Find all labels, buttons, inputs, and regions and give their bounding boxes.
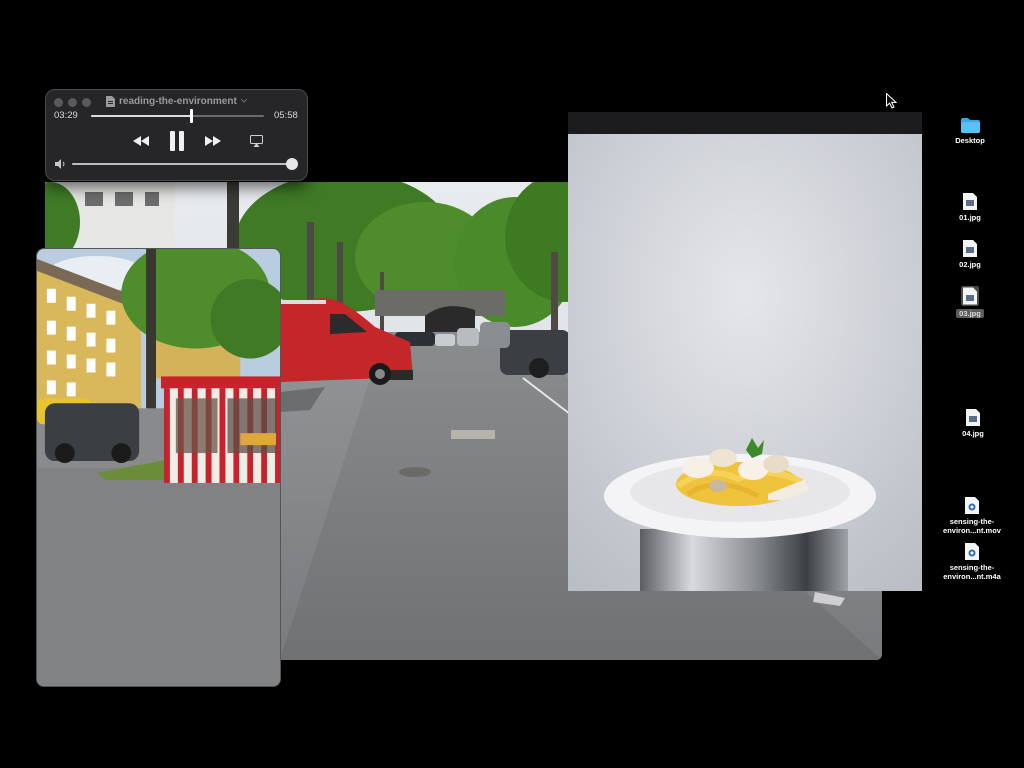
pasta-photo-window[interactable]	[568, 112, 922, 591]
chevron-down-icon[interactable]	[240, 99, 247, 103]
desktop-folder[interactable]: Desktop	[930, 118, 1010, 145]
speaker-icon	[55, 159, 65, 169]
window-titlebar[interactable]	[568, 112, 922, 134]
audio-file-icon	[965, 543, 979, 560]
image-file-icon	[966, 409, 980, 426]
player-title-bar: reading-the-environment	[106, 94, 247, 108]
desktop-file-mov[interactable]: sensing-the- environ...nt.mov	[932, 497, 1012, 535]
playback-scrubber[interactable]	[91, 115, 264, 117]
rewind-button[interactable]	[132, 134, 150, 148]
elapsed-time: 03:29	[54, 110, 78, 121]
desktop-file-m4a[interactable]: sensing-the- environ...nt.m4a	[932, 543, 1012, 581]
desktop-item-label: 03.jpg	[956, 309, 984, 318]
pause-icon	[170, 131, 184, 151]
image-file-icon	[963, 240, 977, 257]
desktop-item-label: 04.jpg	[962, 429, 984, 438]
desktop-item-label: 02.jpg	[959, 260, 981, 269]
desktop-item-label: 01.jpg	[959, 213, 981, 222]
desktop-item-label: sensing-the- environ...nt.m4a	[943, 563, 1001, 581]
desktop-file-01[interactable]: 01.jpg	[930, 193, 1010, 222]
mouse-pointer-icon	[886, 93, 897, 109]
desktop-file-02[interactable]: 02.jpg	[930, 240, 1010, 269]
rewind-icon	[133, 136, 149, 146]
document-icon	[106, 95, 115, 107]
pasta-photo	[568, 134, 922, 591]
image-file-icon	[961, 286, 979, 306]
playhead-handle[interactable]	[190, 109, 194, 123]
play-pause-button[interactable]	[166, 130, 188, 152]
fast-forward-icon	[205, 136, 221, 146]
folder-icon	[960, 118, 980, 133]
volume-slider[interactable]	[72, 163, 292, 165]
image-file-icon	[963, 193, 977, 210]
player-title: reading-the-environment	[119, 95, 237, 107]
volume-level	[72, 163, 292, 165]
volume-button[interactable]	[54, 158, 68, 170]
market-photo	[37, 249, 280, 686]
airplay-icon	[249, 135, 263, 147]
desktop-file-03[interactable]: 03.jpg	[930, 286, 1010, 318]
minimize-window-button[interactable]	[68, 98, 77, 107]
fast-forward-button[interactable]	[204, 134, 222, 148]
volume-handle[interactable]	[286, 158, 298, 170]
market-photo-window[interactable]	[36, 248, 281, 687]
airplay-button[interactable]	[248, 134, 264, 148]
desktop-file-04[interactable]: 04.jpg	[933, 409, 1013, 438]
zoom-window-button[interactable]	[82, 98, 91, 107]
playback-progress	[91, 115, 192, 117]
video-file-icon	[965, 497, 979, 514]
close-window-button[interactable]	[54, 98, 63, 107]
quicktime-player[interactable]: reading-the-environment 03:29 05:58	[45, 89, 308, 181]
total-duration: 05:58	[274, 110, 298, 121]
desktop-item-label: sensing-the- environ...nt.mov	[943, 517, 1001, 535]
desktop-item-label: Desktop	[955, 136, 985, 145]
